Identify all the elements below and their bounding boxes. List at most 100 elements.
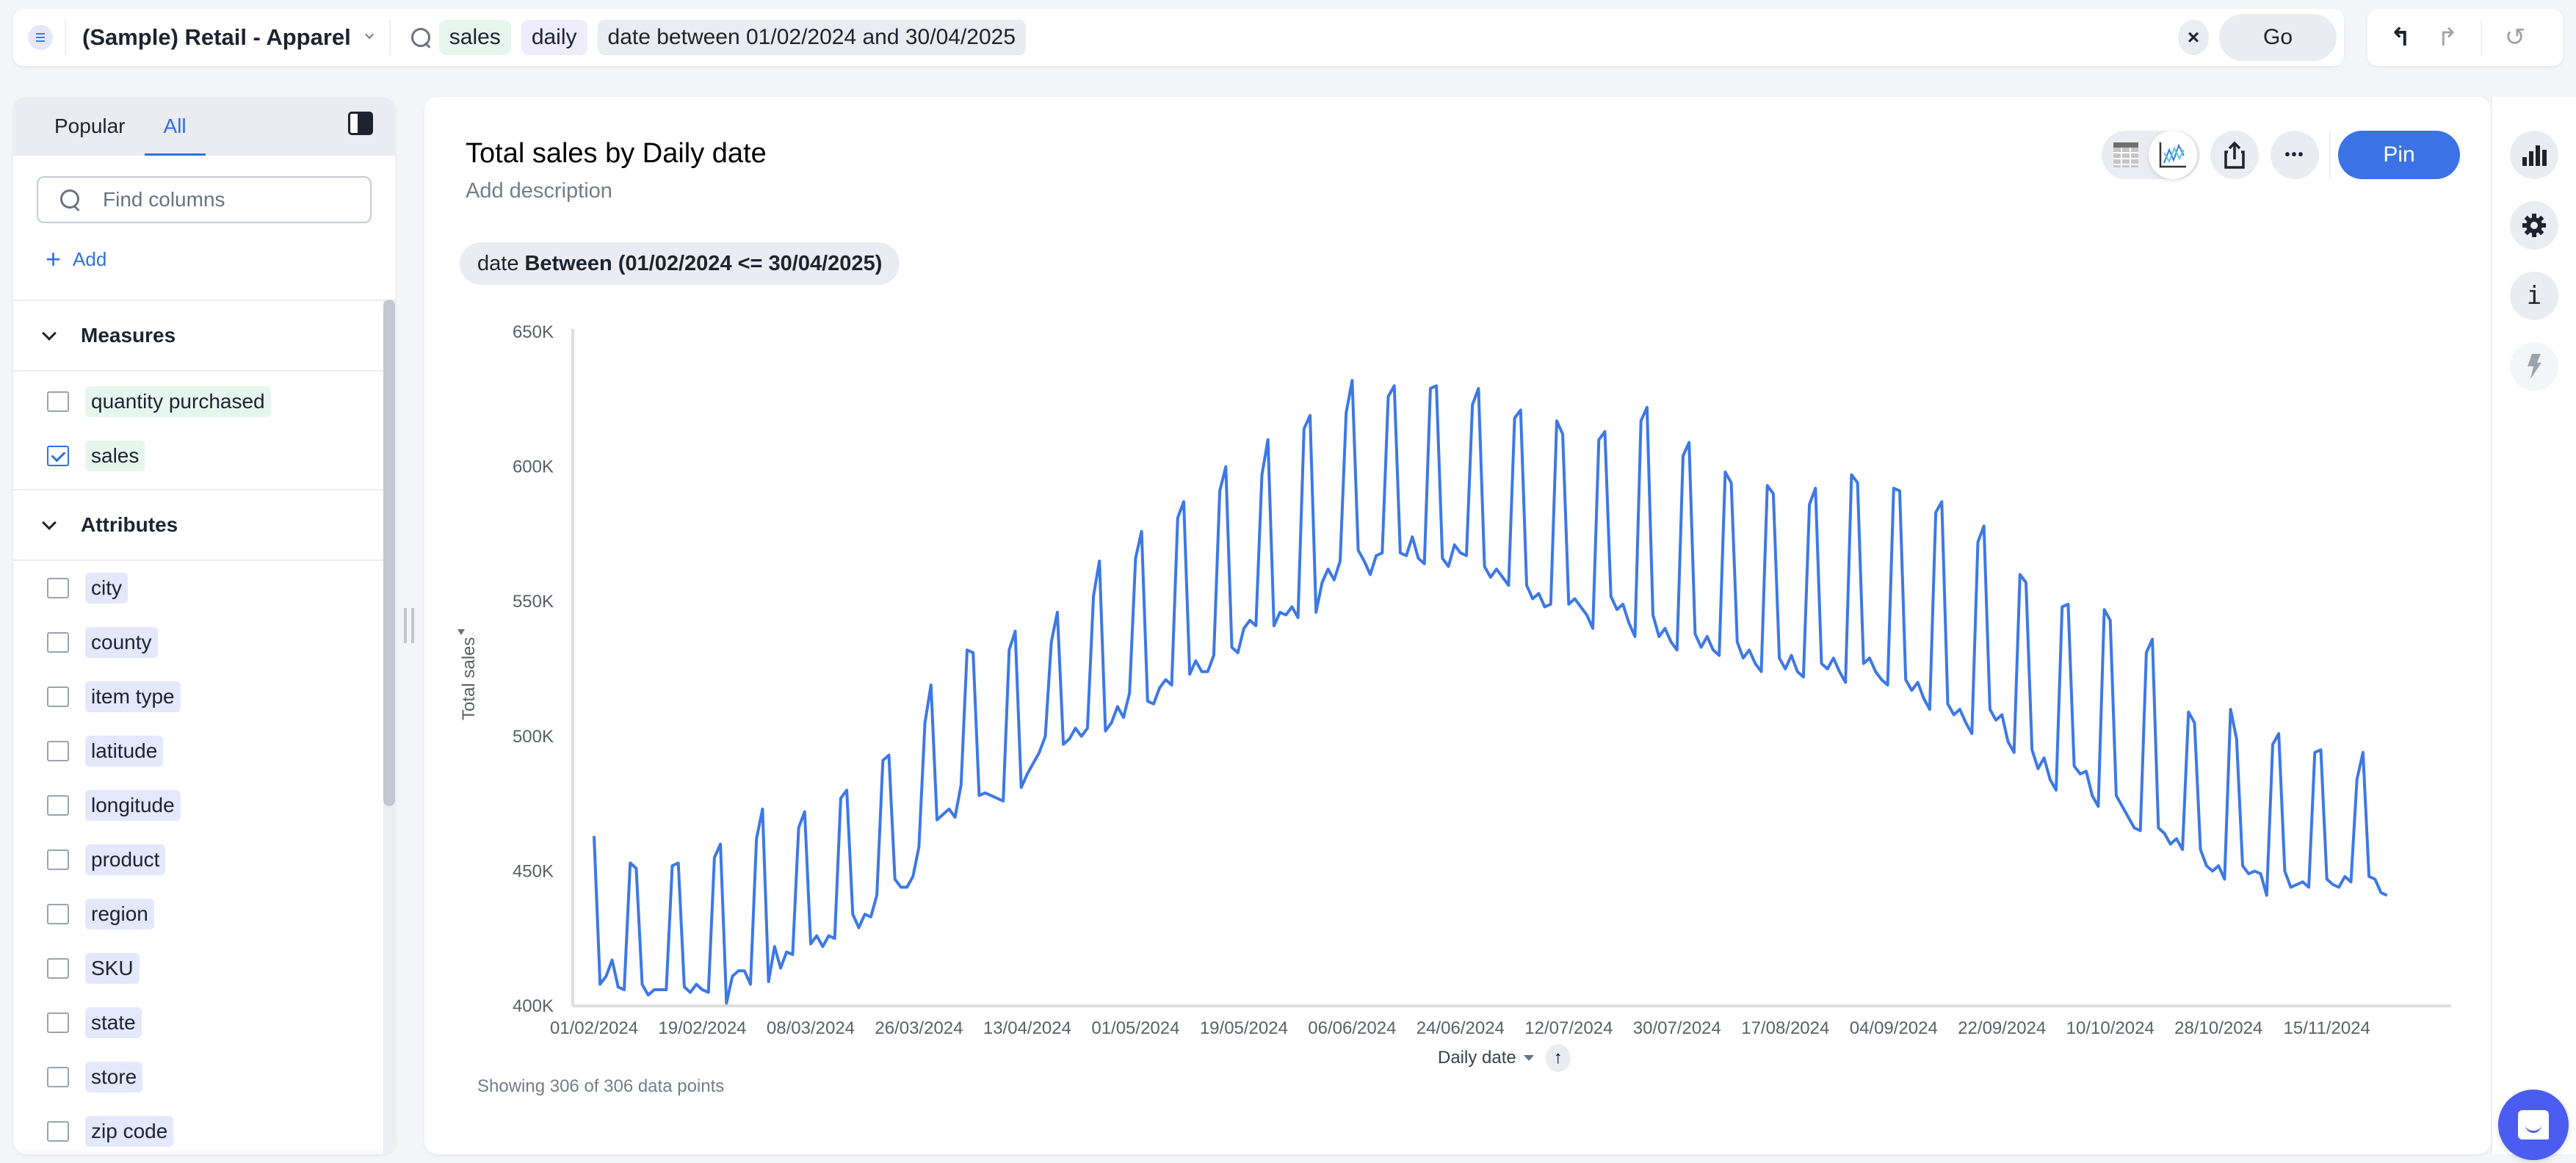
checkbox[interactable] [47, 958, 69, 979]
y-axis-title[interactable]: Total sales [459, 637, 479, 720]
checkbox[interactable] [47, 795, 69, 816]
column-chip[interactable]: SKU [85, 953, 140, 984]
scrollbar[interactable] [383, 300, 395, 1154]
history-controls: ↰ ↱ ↺ [2367, 9, 2563, 66]
info-button[interactable]: i [2510, 272, 2558, 320]
panel-resize-handle[interactable] [404, 608, 414, 643]
list-item[interactable]: state [13, 996, 395, 1050]
checkbox[interactable] [47, 904, 69, 924]
measures-list: quantity purchased sales [13, 372, 395, 490]
column-chip[interactable]: region [85, 899, 154, 930]
chevron-down-icon[interactable] [364, 30, 374, 39]
x-tick-label: 01/05/2024 [1091, 1018, 1179, 1038]
series-line-total-sales [593, 379, 2388, 1005]
chart-type-button[interactable] [2510, 131, 2558, 179]
column-chip[interactable]: product [85, 844, 166, 875]
x-tick-label: 19/05/2024 [1200, 1018, 1288, 1038]
x-tick-label: 12/07/2024 [1524, 1018, 1613, 1038]
y-tick-label: 550K [513, 592, 554, 612]
list-item[interactable]: region [13, 887, 395, 941]
caret-down-icon[interactable] [1523, 1055, 1534, 1061]
column-chip[interactable]: store [85, 1062, 143, 1093]
divider [2481, 20, 2482, 55]
column-chip[interactable]: sales [85, 441, 145, 471]
list-item[interactable]: city [13, 561, 395, 615]
settings-button[interactable] [2510, 201, 2558, 250]
tab-all[interactable]: All [144, 97, 206, 156]
checkbox[interactable] [47, 632, 69, 653]
x-tick-label: 30/07/2024 [1633, 1018, 1721, 1038]
x-tick-label: 28/10/2024 [2174, 1018, 2262, 1038]
list-item[interactable]: store [13, 1050, 395, 1104]
insights-button[interactable] [2510, 342, 2558, 391]
undo-button[interactable]: ↰ [2382, 19, 2419, 56]
search-icon [410, 26, 432, 48]
search-token-filter[interactable]: date between 01/02/2024 and 30/04/2025 [597, 20, 1027, 55]
list-item[interactable]: zip code [13, 1104, 395, 1154]
x-tick-label: 15/11/2024 [2284, 1018, 2370, 1038]
collapse-panel-icon[interactable] [348, 112, 373, 135]
list-item[interactable]: product [13, 833, 395, 887]
lightning-icon [2528, 354, 2541, 379]
list-item[interactable]: longitude [13, 778, 395, 833]
column-chip[interactable]: quantity purchased [85, 386, 271, 417]
y-tick-label: 400K [513, 996, 554, 1016]
y-tick-label: 600K [513, 457, 554, 477]
section-attributes[interactable]: Attributes [13, 490, 395, 561]
section-measures[interactable]: Measures [13, 301, 395, 372]
list-item[interactable]: item type [13, 670, 395, 724]
sort-ascending-button[interactable]: ↑ [1545, 1044, 1571, 1072]
checkbox[interactable] [47, 578, 69, 598]
gear-icon [2522, 214, 2546, 237]
column-chip[interactable]: zip code [85, 1116, 174, 1147]
checkbox[interactable] [47, 686, 69, 707]
checkbox[interactable] [47, 741, 69, 761]
find-columns-input[interactable] [103, 188, 352, 211]
reset-button[interactable]: ↺ [2497, 19, 2533, 56]
checkbox[interactable] [47, 1012, 69, 1033]
clear-search-button[interactable]: × [2178, 20, 2209, 55]
list-item[interactable]: quantity purchased [13, 374, 395, 429]
y-tick-label: 650K [513, 322, 554, 342]
scrollbar-thumb[interactable] [383, 300, 395, 806]
menu-button[interactable] [28, 25, 53, 50]
checkbox[interactable] [47, 1067, 69, 1087]
line-chart: 400K 450K 500K 550K 600K 650K Total sales 01/02… [457, 322, 2451, 1038]
datasource-selector[interactable]: (Sample) Retail - Apparel [82, 24, 351, 51]
x-tick-label: 10/10/2024 [2066, 1018, 2154, 1038]
divider [388, 20, 391, 55]
checkbox[interactable] [47, 1121, 69, 1142]
checkbox-checked[interactable] [47, 446, 69, 466]
column-chip[interactable]: state [85, 1007, 142, 1038]
search-icon [60, 189, 82, 211]
add-column-button[interactable]: + Add [46, 244, 395, 275]
chat-button[interactable] [2498, 1090, 2569, 1160]
chat-icon [2518, 1110, 2549, 1140]
search-token-measure[interactable]: sales [438, 20, 511, 55]
tab-popular[interactable]: Popular [35, 97, 145, 156]
list-item[interactable]: county [13, 615, 395, 670]
list-item[interactable]: latitude [13, 724, 395, 778]
go-button[interactable]: Go [2219, 14, 2337, 61]
answer-card: Total sales by Daily date Add descriptio… [424, 97, 2491, 1154]
column-chip[interactable]: latitude [85, 736, 164, 767]
column-chip[interactable]: item type [85, 681, 181, 712]
section-label: Attributes [81, 513, 178, 536]
undo-icon: ↰ [2389, 23, 2412, 51]
arrow-up-icon: ↑ [1553, 1048, 1563, 1068]
add-label: Add [73, 247, 107, 270]
checkbox[interactable] [47, 391, 69, 412]
info-icon: i [2526, 281, 2542, 311]
x-tick-label: 22/09/2024 [1958, 1018, 2046, 1038]
checkbox[interactable] [47, 849, 69, 870]
list-item[interactable]: SKU [13, 941, 395, 996]
column-chip[interactable]: county [85, 627, 158, 658]
column-chip[interactable]: city [85, 573, 128, 604]
list-item[interactable]: sales [13, 429, 395, 483]
x-axis-title[interactable]: Daily date [1438, 1048, 1516, 1068]
caret-icon [457, 629, 465, 635]
search-token-attribute[interactable]: daily [521, 20, 587, 55]
redo-button[interactable]: ↱ [2429, 19, 2466, 56]
column-chip[interactable]: longitude [85, 790, 181, 821]
attributes-list: city county item type latitude longitude prod… [13, 561, 395, 1154]
